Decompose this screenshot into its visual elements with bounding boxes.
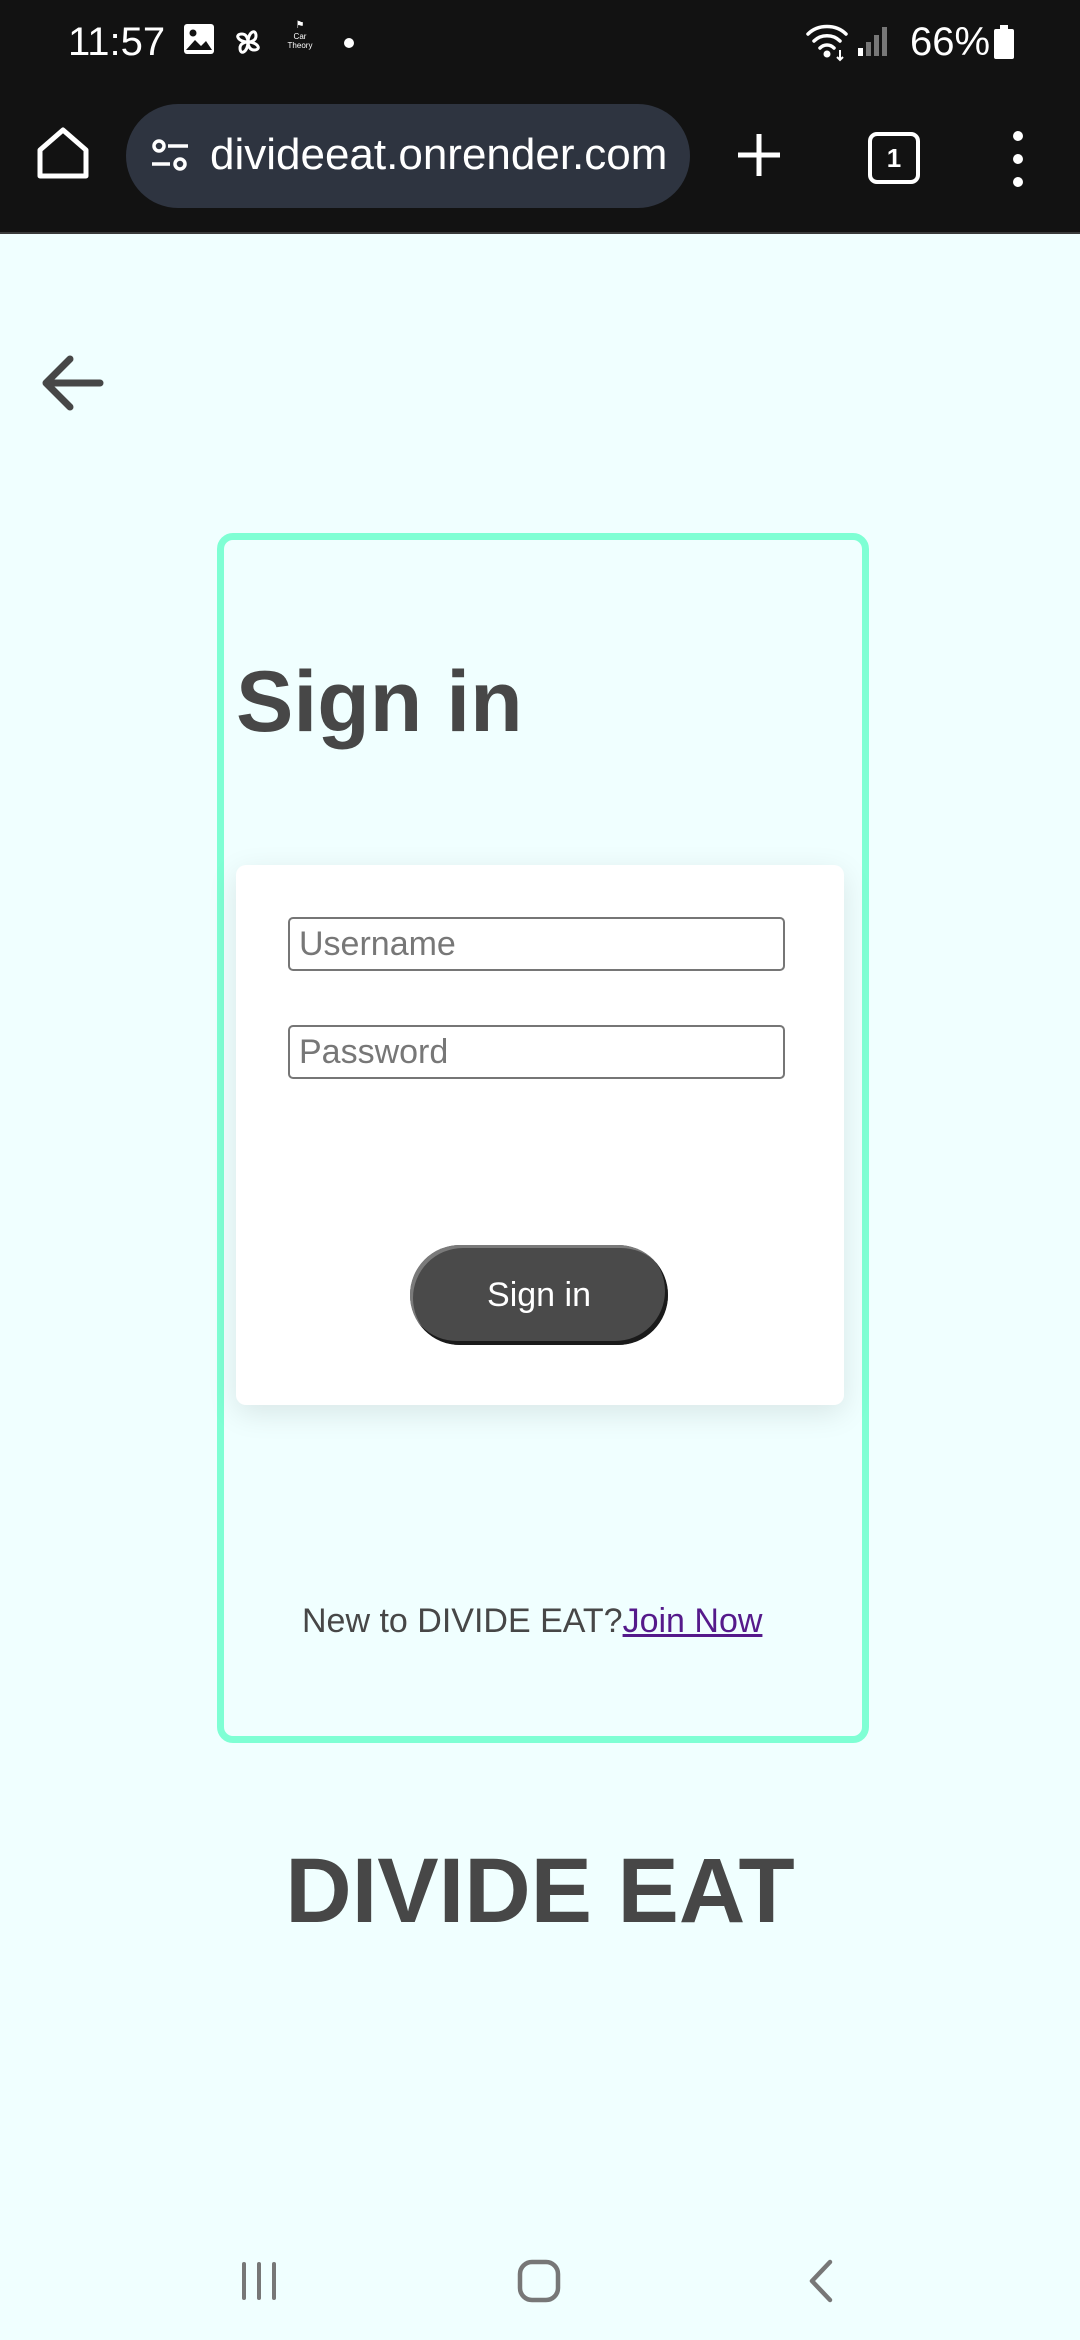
signin-button[interactable]: Sign in (410, 1245, 668, 1345)
gallery-icon (184, 24, 214, 54)
system-nav-bar (0, 2240, 1080, 2340)
url-text[interactable]: divideeat.onrender.com (210, 126, 667, 184)
nav-home-icon[interactable] (516, 2258, 562, 2304)
nav-back-icon[interactable] (804, 2258, 838, 2304)
car-theory-label: Car Theory (287, 32, 313, 50)
join-now-link[interactable]: Join Now (623, 1602, 763, 1640)
status-bar: 11:57 ⚑ Car Theory 66% (0, 0, 1080, 84)
site-settings-icon[interactable] (148, 134, 192, 178)
browser-toolbar: divideeat.onrender.com 1 (0, 84, 1080, 234)
signin-form: Sign in (236, 865, 844, 1405)
battery-percent: 66% (910, 20, 991, 64)
status-time: 11:57 (68, 20, 166, 64)
username-input[interactable] (288, 917, 785, 971)
address-bar[interactable]: divideeat.onrender.com (126, 104, 690, 208)
wifi-icon (806, 24, 848, 62)
signal-icon (858, 27, 887, 56)
home-icon[interactable] (30, 120, 96, 186)
signup-prompt-line: New to DIVIDE EAT?Join Now (302, 1596, 762, 1646)
battery-icon (994, 25, 1014, 59)
signup-prompt: New to DIVIDE EAT? (302, 1602, 623, 1640)
brand-name: DIVIDE EAT (285, 1840, 795, 1942)
car-theory-icon: ⚑ Car Theory (284, 20, 316, 64)
dot-icon (344, 38, 354, 48)
more-vert-icon[interactable] (1000, 124, 1036, 194)
tabs-icon[interactable]: 1 (868, 132, 920, 184)
back-arrow-icon[interactable] (36, 350, 112, 416)
recents-icon[interactable] (238, 2260, 280, 2302)
tab-count: 1 (886, 143, 902, 173)
page-title: Sign in (236, 654, 523, 750)
password-input[interactable] (288, 1025, 785, 1079)
pinwheel-icon (236, 30, 260, 54)
plus-icon[interactable] (726, 122, 792, 188)
